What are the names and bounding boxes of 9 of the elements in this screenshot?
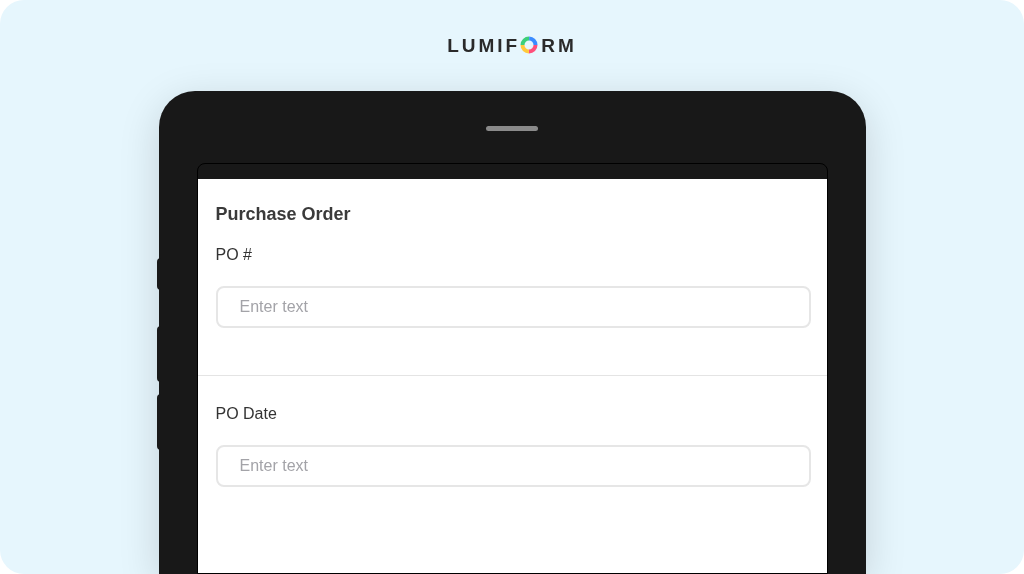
logo-text: LUMIF	[447, 35, 521, 55]
logo-ring-icon	[520, 36, 539, 55]
input-field[interactable]: Enter text	[215, 286, 811, 329]
field-label: PO #	[215, 245, 253, 266]
field-label: PO Date	[215, 404, 278, 425]
form-title: Purchase Order	[215, 203, 352, 227]
logo-text: RM	[541, 35, 577, 55]
input-field[interactable]: Enter text	[215, 445, 811, 488]
home-indicator	[486, 126, 538, 132]
